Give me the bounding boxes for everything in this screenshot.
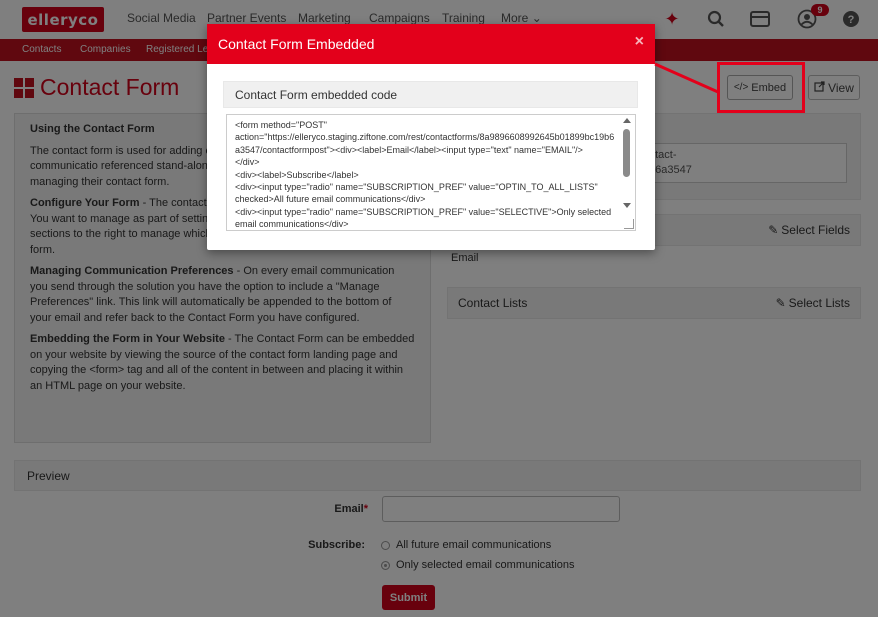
modal-title: Contact Form Embedded [218, 36, 375, 52]
scroll-down-arrow-icon[interactable] [623, 203, 631, 208]
modal-subtitle: Contact Form embedded code [223, 81, 638, 108]
code-line: <form method="POST" [235, 120, 327, 130]
code-line: <div><input type="radio" name="SUBSCRIPT… [235, 206, 612, 217]
code-line: action="https://elleryco.staging.ziftone… [235, 132, 615, 155]
code-line: checked>All future email communications<… [235, 194, 426, 205]
embed-code-modal: Contact Form Embedded × Contact Form emb… [207, 24, 655, 250]
code-line: </div> [235, 157, 260, 168]
scroll-up-arrow-icon[interactable] [623, 118, 631, 123]
scrollbar-thumb[interactable] [623, 129, 630, 177]
embed-code-textarea[interactable]: <form method="POST" action="https://elle… [226, 114, 636, 231]
code-line: <div><label>Subscribe</label> [235, 169, 359, 180]
modal-header: Contact Form Embedded × [207, 24, 655, 64]
resize-grip-icon[interactable] [624, 219, 634, 229]
code-line: email communications</div> [235, 219, 349, 230]
embed-highlight-annotation [717, 62, 805, 113]
close-icon[interactable]: × [635, 33, 644, 51]
code-line: <div><input type="radio" name="SUBSCRIPT… [235, 182, 598, 193]
